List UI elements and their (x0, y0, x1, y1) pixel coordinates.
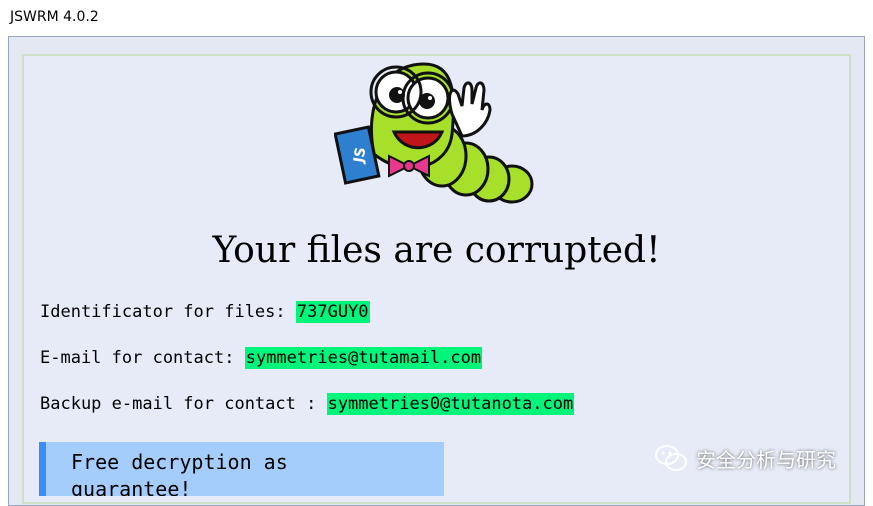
book-label: JS (351, 146, 370, 165)
wechat-icon (655, 445, 687, 471)
watermark: 安全分析与研究 (654, 440, 836, 476)
bookworm-mascot-icon: JS (333, 44, 544, 214)
backup-email-label: Backup e-mail for contact : (40, 394, 327, 414)
backup-email-value: symmetries0@tutanota.com (326, 393, 575, 415)
email-label: E-mail for contact: (40, 348, 245, 368)
ransom-headline: Your files are corrupted! (212, 230, 661, 271)
email-row: E-mail for contact: symmetries@tutamail.… (40, 347, 483, 369)
identifier-row: Identificator for files: 737GUY0 (40, 301, 370, 323)
backup-email-row: Backup e-mail for contact : symmetries0@… (40, 393, 575, 415)
guarantee-text: Free decryption as guarantee! (71, 450, 288, 496)
identifier-value: 737GUY0 (295, 301, 370, 323)
email-value: symmetries@tutamail.com (244, 347, 483, 369)
window-title: JSWRM 4.0.2 (10, 9, 99, 25)
window-titlebar[interactable]: JSWRM 4.0.2 (0, 0, 873, 36)
watermark-text: 安全分析与研究 (696, 447, 836, 472)
guarantee-banner: Free decryption as guarantee! (39, 442, 444, 496)
identifier-label: Identificator for files: (40, 302, 296, 322)
